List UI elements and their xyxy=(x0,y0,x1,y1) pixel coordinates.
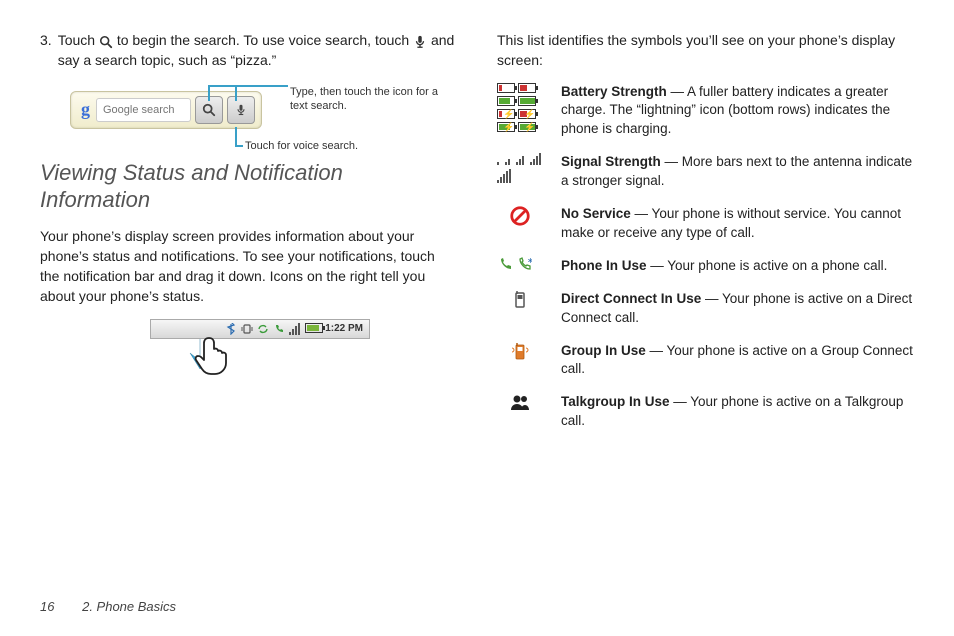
callout-line xyxy=(208,85,210,101)
symbol-row-phone-in-use: ∗ Phone In Use — Your phone is active on… xyxy=(497,257,914,276)
callout-line xyxy=(235,127,237,145)
step-3: 3. Touch to begin the search. To use voi… xyxy=(40,30,457,71)
phone-status-icon xyxy=(273,323,285,335)
symbol-desc: Direct Connect In Use — Your phone is ac… xyxy=(561,290,914,328)
symbol-row-battery: ⚡ ⚡ ⚡ ⚡ Battery Strength — A fuller batt… xyxy=(497,83,914,140)
page-footer: 16 2. Phone Basics xyxy=(40,599,176,614)
vibrate-icon xyxy=(241,323,253,335)
google-logo-icon: g xyxy=(77,99,96,120)
section-heading: Viewing Status and Notification Informat… xyxy=(40,159,457,214)
status-bar-illustration: 1:22 PM xyxy=(150,319,457,399)
symbols-intro: This list identifies the symbols you’ll … xyxy=(497,30,914,71)
voice-search-button[interactable] xyxy=(227,96,255,124)
group-in-use-icon xyxy=(497,342,543,380)
symbol-desc: Battery Strength — A fuller battery indi… xyxy=(561,83,914,140)
search-input[interactable] xyxy=(96,98,191,122)
talkgroup-icon xyxy=(497,393,543,431)
callout-line xyxy=(208,85,288,87)
signal-bars-icon xyxy=(497,153,499,165)
callout-voice-search: Touch for voice search. xyxy=(245,139,365,153)
battery-charging-icon: ⚡ xyxy=(497,109,515,119)
chapter-title: 2. Phone Basics xyxy=(82,599,176,614)
phone-in-use-icons: ∗ xyxy=(497,257,543,276)
battery-icons-grid: ⚡ ⚡ ⚡ ⚡ xyxy=(497,83,543,140)
symbol-desc: Talkgroup In Use — Your phone is active … xyxy=(561,393,914,431)
symbol-desc: Group In Use — Your phone is active on a… xyxy=(561,342,914,380)
status-time: 1:22 PM xyxy=(325,323,363,334)
symbol-desc: No Service — Your phone is without servi… xyxy=(561,205,914,243)
callout-text-search: Type, then touch the icon for a text sea… xyxy=(290,85,440,114)
symbol-row-no-service: No Service — Your phone is without servi… xyxy=(497,205,914,243)
signal-icon xyxy=(289,323,301,335)
signal-icons-grid xyxy=(497,153,543,191)
drag-down-gesture-icon xyxy=(180,327,240,387)
symbol-row-direct-connect: Direct Connect In Use — Your phone is ac… xyxy=(497,290,914,328)
symbol-row-signal: Signal Strength — More bars next to the … xyxy=(497,153,914,191)
symbol-row-talkgroup: Talkgroup In Use — Your phone is active … xyxy=(497,393,914,431)
no-service-icon xyxy=(497,205,543,243)
direct-connect-icon xyxy=(497,290,543,328)
search-widget-illustration: g Type, then touch the icon for a text s… xyxy=(70,91,457,129)
battery-icon xyxy=(305,323,321,335)
google-search-widget: g xyxy=(70,91,262,129)
step-number: 3. xyxy=(40,30,52,71)
microphone-icon xyxy=(413,34,427,48)
svg-text:∗: ∗ xyxy=(527,257,532,265)
callout-line xyxy=(235,85,237,101)
symbol-row-group-in-use: Group In Use — Your phone is active on a… xyxy=(497,342,914,380)
sync-icon xyxy=(257,323,269,335)
step-text: Touch to begin the search. To use voice … xyxy=(58,30,457,71)
left-column: 3. Touch to begin the search. To use voi… xyxy=(40,30,457,445)
callout-line xyxy=(235,145,243,147)
right-column: This list identifies the symbols you’ll … xyxy=(497,30,914,445)
symbol-desc: Phone In Use — Your phone is active on a… xyxy=(561,257,914,276)
page-number: 16 xyxy=(40,599,54,614)
symbol-desc: Signal Strength — More bars next to the … xyxy=(561,153,914,191)
magnifier-icon xyxy=(99,34,113,48)
section-paragraph: Your phone’s display screen provides inf… xyxy=(40,226,457,307)
